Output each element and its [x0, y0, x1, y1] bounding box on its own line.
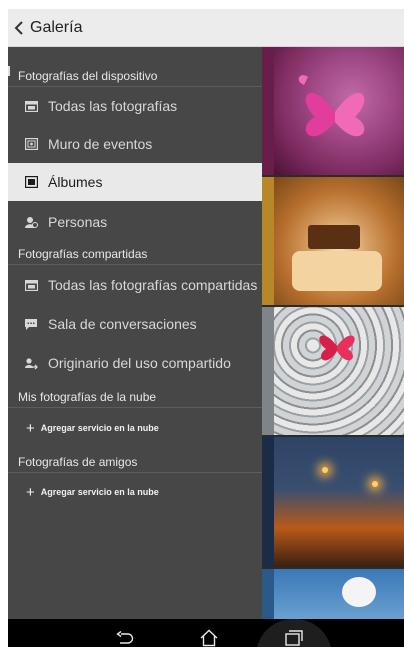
chevron-left-icon[interactable] — [10, 9, 28, 47]
drawer-item-all-shared-photos[interactable]: Todas las fotografías compartidas — [8, 266, 262, 304]
shared-photos-icon — [24, 278, 38, 292]
recents-icon[interactable] — [277, 619, 311, 647]
cake-sign — [308, 225, 360, 249]
drawer-item-event-wall[interactable]: Muro de eventos — [8, 125, 262, 163]
add-cloud-service-label: Agregar servicio en la nube — [40, 423, 159, 433]
drawer-item-people[interactable]: Personas — [8, 203, 262, 241]
drawer-item-label: Originario del uso compartido — [48, 355, 231, 371]
action-bar: Galería — [8, 9, 404, 47]
navigation-drawer: Fotografías del dispositivo Todas las fo… — [8, 47, 262, 619]
butterfly-icon — [319, 335, 355, 361]
home-icon[interactable] — [192, 619, 226, 647]
section-cloud-photos: Mis fotografías de la nube — [8, 386, 262, 408]
album-thumbnail[interactable] — [262, 177, 404, 305]
share-origin-icon — [24, 356, 38, 370]
snowman — [342, 577, 376, 607]
section-device-photos: Fotografías del dispositivo — [8, 65, 262, 87]
lamp-light — [322, 467, 328, 473]
albums-icon — [24, 175, 38, 189]
people-icon — [24, 215, 38, 229]
photos-icon — [24, 99, 38, 113]
album-thumbnail[interactable] — [262, 307, 404, 435]
section-friends-photos: Fotografías de amigos — [8, 451, 262, 473]
drawer-item-albums[interactable]: Álbumes — [8, 163, 262, 201]
section-shared-photos: Fotografías compartidas — [8, 243, 262, 265]
drawer-item-label: Todas las fotografías compartidas — [48, 277, 258, 293]
drawer-item-label: Muro de eventos — [48, 136, 153, 152]
system-navigation-bar — [8, 619, 404, 647]
add-cloud-service-button[interactable]: + Agregar servicio en la nube — [8, 409, 262, 447]
drawer-item-label: Todas las fotografías — [48, 98, 178, 114]
cake — [292, 251, 382, 291]
lamp-light — [372, 481, 378, 487]
drawer-item-label: Personas — [48, 214, 108, 230]
butterfly-icon — [298, 75, 365, 137]
album-thumbnail[interactable] — [262, 569, 404, 619]
drawer-item-chat-room[interactable]: Sala de conversaciones — [8, 305, 262, 343]
add-cloud-service-label: Agregar servicio en la nube — [40, 487, 159, 497]
events-icon — [24, 137, 38, 151]
gallery-app: Galería Fotografías del dispositivo Toda… — [8, 9, 404, 647]
back-icon[interactable] — [108, 619, 142, 647]
drawer-item-label: Sala de conversaciones — [48, 316, 197, 332]
album-thumbnail[interactable] — [262, 437, 404, 567]
drawer-item-label: Álbumes — [48, 174, 103, 190]
drawer-item-all-photos[interactable]: Todas las fotografías — [8, 87, 262, 125]
add-friends-cloud-service-button[interactable]: + Agregar servicio en la nube — [8, 473, 262, 511]
plus-icon: + — [26, 419, 35, 437]
album-thumbnails — [262, 47, 404, 619]
plus-icon: + — [26, 483, 35, 501]
album-thumbnail[interactable] — [262, 47, 404, 175]
chat-icon — [24, 317, 38, 331]
drawer-item-share-origin[interactable]: Originario del uso compartido — [8, 344, 262, 382]
page-title[interactable]: Galería — [30, 19, 82, 37]
